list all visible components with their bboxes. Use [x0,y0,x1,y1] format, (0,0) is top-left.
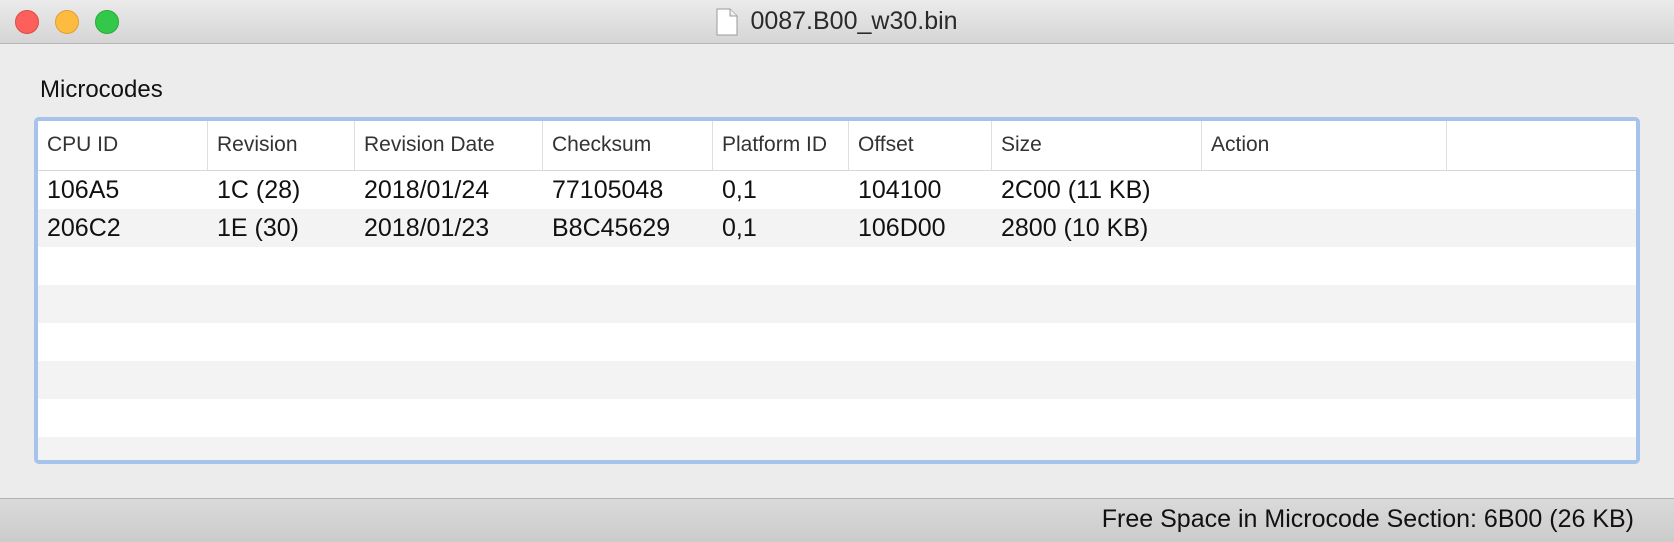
cell-revision: 1E (30) [217,214,299,242]
cell-action[interactable] [1202,171,1211,209]
window-title: 0087.B00_w30.bin [750,7,958,35]
empty-row [38,361,1636,399]
column-header-revision[interactable]: Revision [208,121,355,170]
microcodes-table[interactable]: CPU ID Revision Revision Date Checksum P… [34,117,1640,464]
cell-platform-id: 0,1 [722,176,757,204]
table-header: CPU ID Revision Revision Date Checksum P… [38,121,1636,171]
column-header-checksum[interactable]: Checksum [543,121,713,170]
cell-revision-date: 2018/01/24 [364,176,490,204]
table-row[interactable]: 106A5 1C (28) 2018/01/24 77105048 0,1 10… [38,171,1636,209]
cell-platform-id: 0,1 [722,214,757,242]
table-row[interactable]: 206C2 1E (30) 2018/01/23 B8C45629 0,1 10… [38,209,1636,247]
cell-checksum: 77105048 [552,176,664,204]
cell-revision: 1C (28) [217,176,301,204]
empty-row [38,399,1636,437]
cell-offset: 106D00 [858,214,946,242]
cell-cpu-id: 106A5 [47,176,120,204]
empty-row [38,437,1636,460]
column-header-revision-date[interactable]: Revision Date [355,121,543,170]
column-header-offset[interactable]: Offset [849,121,992,170]
cell-size: 2800 (10 KB) [1001,214,1149,242]
empty-row [38,323,1636,361]
column-header-empty [1447,121,1636,170]
free-space-status: Free Space in Microcode Section: 6B00 (2… [1101,505,1634,533]
cell-revision-date: 2018/01/23 [364,214,490,242]
column-header-size[interactable]: Size [992,121,1202,170]
cell-size: 2C00 (11 KB) [1001,176,1151,204]
table-body: 106A5 1C (28) 2018/01/24 77105048 0,1 10… [38,171,1636,460]
empty-row [38,285,1636,323]
window-title-group: 0087.B00_w30.bin [0,0,1674,43]
cell-action[interactable] [1202,209,1211,247]
status-bar: Free Space in Microcode Section: 6B00 (2… [0,498,1674,542]
cell-offset: 104100 [858,176,942,204]
column-header-action[interactable]: Action [1202,121,1447,170]
title-bar[interactable]: 0087.B00_w30.bin [0,0,1674,44]
microcodes-label: Microcodes [40,76,163,103]
app-window: 0087.B00_w30.bin Microcodes CPU ID Revis… [0,0,1674,542]
cell-cpu-id: 206C2 [47,214,121,242]
column-header-cpu-id[interactable]: CPU ID [38,121,208,170]
document-icon [716,8,738,35]
cell-checksum: B8C45629 [552,214,671,242]
empty-row [38,247,1636,285]
column-header-platform-id[interactable]: Platform ID [713,121,849,170]
